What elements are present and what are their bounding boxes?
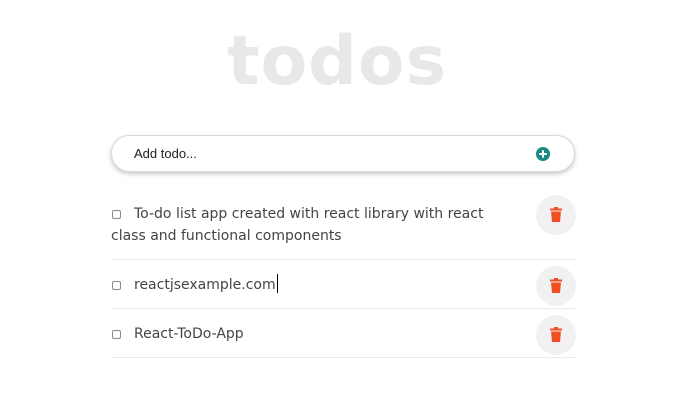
todo-list: To-do list app created with react librar… <box>111 192 576 358</box>
todo-item: React-ToDo-App <box>111 309 576 358</box>
page-title: todos <box>226 22 448 101</box>
plus-circle-icon[interactable] <box>536 147 550 161</box>
todo-text-value: reactjsexample.com <box>134 277 276 293</box>
trash-icon <box>550 327 562 342</box>
todo-text[interactable]: To-do list app created with react librar… <box>111 203 516 247</box>
add-todo-input[interactable] <box>134 136 514 171</box>
trash-icon <box>550 207 562 222</box>
todo-item: To-do list app created with react librar… <box>111 192 576 260</box>
todo-app: todos To-do list app created with react … <box>0 0 674 401</box>
text-caret <box>276 274 278 293</box>
todo-text[interactable]: React-ToDo-App <box>111 323 516 345</box>
todo-text[interactable]: reactjsexample.com <box>111 274 516 296</box>
add-todo-bar <box>111 135 575 172</box>
delete-button[interactable] <box>536 195 576 235</box>
todo-item: reactjsexample.com <box>111 260 576 309</box>
delete-button[interactable] <box>536 266 576 306</box>
trash-icon <box>550 278 562 293</box>
delete-button[interactable] <box>536 315 576 355</box>
